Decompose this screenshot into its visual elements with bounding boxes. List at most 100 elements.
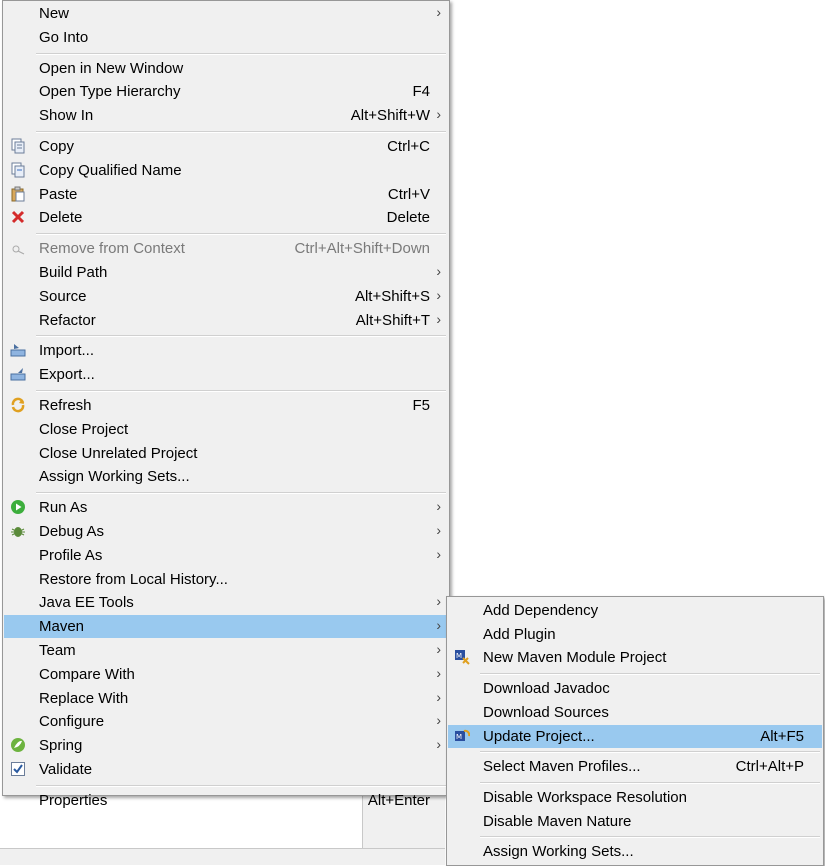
menu-separator <box>36 390 446 392</box>
menu-item-label: Download Javadoc <box>483 680 610 698</box>
menu-item-label: Go Into <box>39 28 89 46</box>
menu-item-shortcut: Alt+Shift+S <box>354 287 430 305</box>
menu-item-label: Assign Working Sets... <box>39 468 190 486</box>
menu-item-go-into[interactable]: Go Into <box>4 26 448 49</box>
menu-item-java-ee-tools[interactable]: Java EE Tools › <box>4 591 448 614</box>
maven-item-update-project[interactable]: M Update Project... Alt+F5 <box>448 724 822 748</box>
menu-item-label: Assign Working Sets... <box>483 843 634 861</box>
maven-item-select-profiles[interactable]: Select Maven Profiles... Ctrl+Alt+P <box>448 755 822 778</box>
menu-item-import[interactable]: Import... <box>4 339 448 362</box>
maven-update-icon: M <box>454 728 471 744</box>
menu-item-configure[interactable]: Configure › <box>4 710 448 733</box>
menu-item-close-unrelated-project[interactable]: Close Unrelated Project <box>4 442 448 465</box>
menu-item-assign-working-sets[interactable]: Assign Working Sets... <box>4 465 448 488</box>
menu-item-shortcut: Ctrl+Alt+Shift+Down <box>294 240 430 258</box>
menu-item-shortcut: F5 <box>412 397 430 414</box>
maven-item-disable-maven-nature[interactable]: Disable Maven Nature <box>448 810 822 833</box>
menu-item-replace-with[interactable]: Replace With › <box>4 687 448 710</box>
maven-item-add-plugin[interactable]: Add Plugin <box>448 623 822 646</box>
run-icon <box>10 499 26 515</box>
maven-item-assign-working-sets[interactable]: Assign Working Sets... <box>448 840 822 863</box>
context-menu: New › Go Into Open in New Window Open Type H… <box>2 0 450 809</box>
chevron-right-icon: › <box>436 688 441 705</box>
chevron-right-icon: › <box>436 498 441 515</box>
menu-item-label: Delete <box>39 209 83 227</box>
import-icon <box>10 342 26 358</box>
chevron-right-icon: › <box>436 617 441 634</box>
menu-item-profile-as[interactable]: Profile As › <box>4 544 448 567</box>
menu-item-refactor[interactable]: Refactor Alt+Shift+T › <box>4 309 448 332</box>
menu-item-shortcut: Alt+Shift+T <box>355 311 430 329</box>
menu-item-label: Source <box>39 287 87 305</box>
menu-item-shortcut: Delete <box>386 209 430 227</box>
menu-item-label: Import... <box>39 342 95 360</box>
chevron-right-icon: › <box>436 641 441 657</box>
menu-item-label: Refactor <box>39 311 96 329</box>
menu-item-label: Run As <box>39 499 88 517</box>
menu-item-label: Disable Workspace Resolution <box>483 788 687 806</box>
menu-item-copy[interactable]: Copy Ctrl+C <box>4 135 448 158</box>
maven-submenu: Add Dependency Add Plugin M New Maven Modul… <box>446 596 824 866</box>
maven-item-new-module-project[interactable]: M New Maven Module Project <box>448 646 822 669</box>
menu-item-label: Add Dependency <box>483 602 599 619</box>
menu-item-properties[interactable]: Properties Alt+Enter <box>4 789 448 812</box>
chevron-right-icon: › <box>436 263 441 279</box>
menu-separator <box>36 52 446 55</box>
menu-item-label: Close Unrelated Project <box>39 444 198 462</box>
menu-item-shortcut: Alt+F5 <box>760 727 804 745</box>
menu-item-shortcut: F4 <box>412 83 430 101</box>
menu-item-spring[interactable]: Spring › <box>4 734 448 757</box>
menu-item-run-as[interactable]: Run As › <box>4 496 448 519</box>
menu-item-validate[interactable]: Validate <box>4 758 448 781</box>
menu-item-compare-with[interactable]: Compare With › <box>4 663 448 686</box>
maven-item-disable-workspace-resolution[interactable]: Disable Workspace Resolution <box>448 786 822 809</box>
menu-item-source[interactable]: Source Alt+Shift+S › <box>4 285 448 308</box>
menu-item-label: Disable Maven Nature <box>483 812 632 830</box>
menu-item-open-type-hierarchy[interactable]: Open Type Hierarchy F4 <box>4 80 448 103</box>
menu-item-export[interactable]: Export... <box>4 363 448 386</box>
menu-item-restore-local-history[interactable]: Restore from Local History... <box>4 568 448 591</box>
maven-item-download-sources[interactable]: Download Sources <box>448 701 822 724</box>
status-bar <box>0 848 445 865</box>
menu-item-debug-as[interactable]: Debug As › <box>4 520 448 543</box>
menu-item-maven[interactable]: Maven › <box>4 615 448 639</box>
menu-item-label: Copy <box>39 138 75 155</box>
menu-item-refresh[interactable]: Refresh F5 <box>4 394 448 417</box>
menu-item-new[interactable]: New › <box>4 2 448 25</box>
menu-item-label: Maven <box>39 618 85 636</box>
chevron-right-icon: › <box>436 286 441 303</box>
menu-item-delete[interactable]: Delete Delete <box>4 206 448 229</box>
menu-item-copy-qualified-name[interactable]: Copy Qualified Name <box>4 159 448 182</box>
menu-item-open-new-window[interactable]: Open in New Window <box>4 57 448 80</box>
menu-item-label: Paste <box>39 185 78 203</box>
menu-item-label: Properties <box>39 791 108 809</box>
menu-item-label: Export... <box>39 366 95 384</box>
menu-item-label: Debug As <box>39 523 105 540</box>
menu-item-label: Open Type Hierarchy <box>39 83 181 101</box>
svg-text:M: M <box>456 733 462 741</box>
chevron-right-icon: › <box>436 310 441 327</box>
menu-item-show-in[interactable]: Show In Alt+Shift+W › <box>4 104 448 127</box>
menu-item-team[interactable]: Team › <box>4 639 448 662</box>
menu-item-shortcut: Ctrl+V <box>387 185 430 203</box>
copy-qualified-icon <box>10 162 26 178</box>
chevron-right-icon: › <box>436 712 441 729</box>
debug-icon <box>10 523 26 539</box>
menu-separator <box>36 784 446 787</box>
export-icon <box>10 366 26 382</box>
menu-item-label: Restore from Local History... <box>39 570 228 588</box>
menu-item-label: Spring <box>39 737 83 755</box>
refresh-icon <box>10 397 26 413</box>
chevron-right-icon: › <box>436 522 441 538</box>
chevron-right-icon: › <box>436 736 441 753</box>
maven-item-add-dependency[interactable]: Add Dependency <box>448 599 822 622</box>
maven-item-download-javadoc[interactable]: Download Javadoc <box>448 677 822 700</box>
menu-separator <box>36 492 446 495</box>
menu-item-label: Refresh <box>39 397 92 414</box>
menu-item-paste[interactable]: Paste Ctrl+V <box>4 183 448 206</box>
menu-item-close-project[interactable]: Close Project <box>4 418 448 441</box>
menu-item-label: Team <box>39 642 76 659</box>
menu-item-build-path[interactable]: Build Path › <box>4 261 448 284</box>
menu-item-label: New Maven Module Project <box>483 649 667 667</box>
menu-item-label: Replace With <box>39 689 129 707</box>
